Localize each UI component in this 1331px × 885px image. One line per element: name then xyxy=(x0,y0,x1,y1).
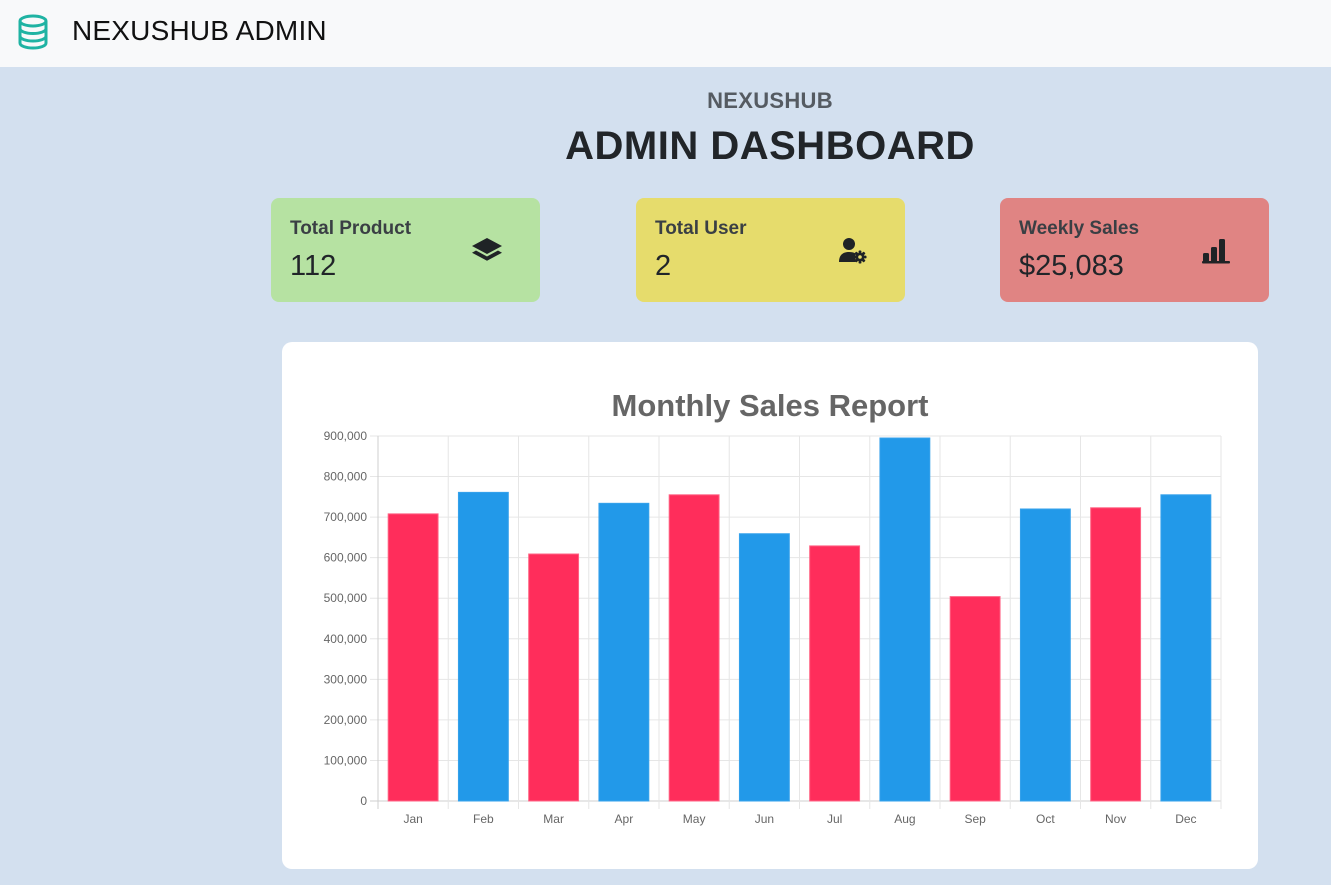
x-tick-label: Jul xyxy=(827,812,842,826)
total-user-card: Total User 2 xyxy=(636,198,905,302)
layers-icon xyxy=(472,238,502,261)
x-tick-label: Jun xyxy=(755,812,774,826)
bar-jan[interactable] xyxy=(387,513,439,802)
page-subtitle: NEXUSHUB xyxy=(707,88,833,113)
x-tick-label: May xyxy=(683,812,706,826)
total-user-value: 2 xyxy=(655,250,672,282)
x-tick-label: Oct xyxy=(1036,812,1055,826)
bar-sep[interactable] xyxy=(949,596,1001,802)
x-tick-label: Aug xyxy=(894,812,915,826)
x-tick-label: Mar xyxy=(543,812,564,826)
bar-dec[interactable] xyxy=(1160,494,1212,802)
bar-aug[interactable] xyxy=(879,437,931,802)
bar-jul[interactable] xyxy=(809,545,861,802)
total-product-label: Total Product xyxy=(290,218,412,239)
y-tick-label: 700,000 xyxy=(324,510,368,524)
y-tick-label: 500,000 xyxy=(324,591,368,605)
bar-apr[interactable] xyxy=(598,502,650,802)
user-gear-icon xyxy=(839,238,867,264)
y-tick-label: 300,000 xyxy=(324,672,368,686)
y-tick-label: 900,000 xyxy=(324,429,368,443)
weekly-sales-card: Weekly Sales $25,083 xyxy=(1000,198,1269,302)
bar-mar[interactable] xyxy=(528,553,580,802)
database-icon[interactable] xyxy=(17,14,49,50)
x-tick-label: Nov xyxy=(1105,812,1126,826)
weekly-sales-value: $25,083 xyxy=(1019,250,1124,282)
y-tick-label: 200,000 xyxy=(324,713,368,727)
monthly-sales-chart-card: Monthly Sales Report 0 100,000 200,000 300,… xyxy=(282,342,1258,869)
y-tick-label: 800,000 xyxy=(324,470,368,484)
y-tick-label: 400,000 xyxy=(324,632,368,646)
x-tick-label: Apr xyxy=(615,812,634,826)
x-tick-label: Jan xyxy=(403,812,422,826)
bar-feb[interactable] xyxy=(457,491,509,802)
y-tick-label: 0 xyxy=(360,794,367,808)
total-product-card: Total Product 112 xyxy=(271,198,540,302)
x-tick-label: Sep xyxy=(964,812,986,826)
y-tick-label: 600,000 xyxy=(324,551,368,565)
monthly-sales-chart: Monthly Sales Report 0 100,000 200,000 300,… xyxy=(324,388,1222,826)
navbar: NEXUSHUB ADMIN xyxy=(0,0,1331,67)
page-title: ADMIN DASHBOARD xyxy=(565,124,975,168)
x-tick-label: Dec xyxy=(1175,812,1196,826)
bar-chart-icon xyxy=(1202,239,1230,264)
weekly-sales-label: Weekly Sales xyxy=(1019,218,1140,239)
chart-title: Monthly Sales Report xyxy=(612,388,929,423)
bar-nov[interactable] xyxy=(1090,507,1142,802)
bar-jun[interactable] xyxy=(738,533,790,802)
brand-title[interactable]: NEXUSHUB ADMIN xyxy=(72,14,327,48)
total-product-value: 112 xyxy=(290,250,337,282)
x-tick-label: Feb xyxy=(473,812,494,826)
y-tick-label: 100,000 xyxy=(324,753,368,767)
bar-oct[interactable] xyxy=(1019,508,1071,802)
bar-may[interactable] xyxy=(668,494,720,802)
total-user-label: Total User xyxy=(655,218,747,239)
